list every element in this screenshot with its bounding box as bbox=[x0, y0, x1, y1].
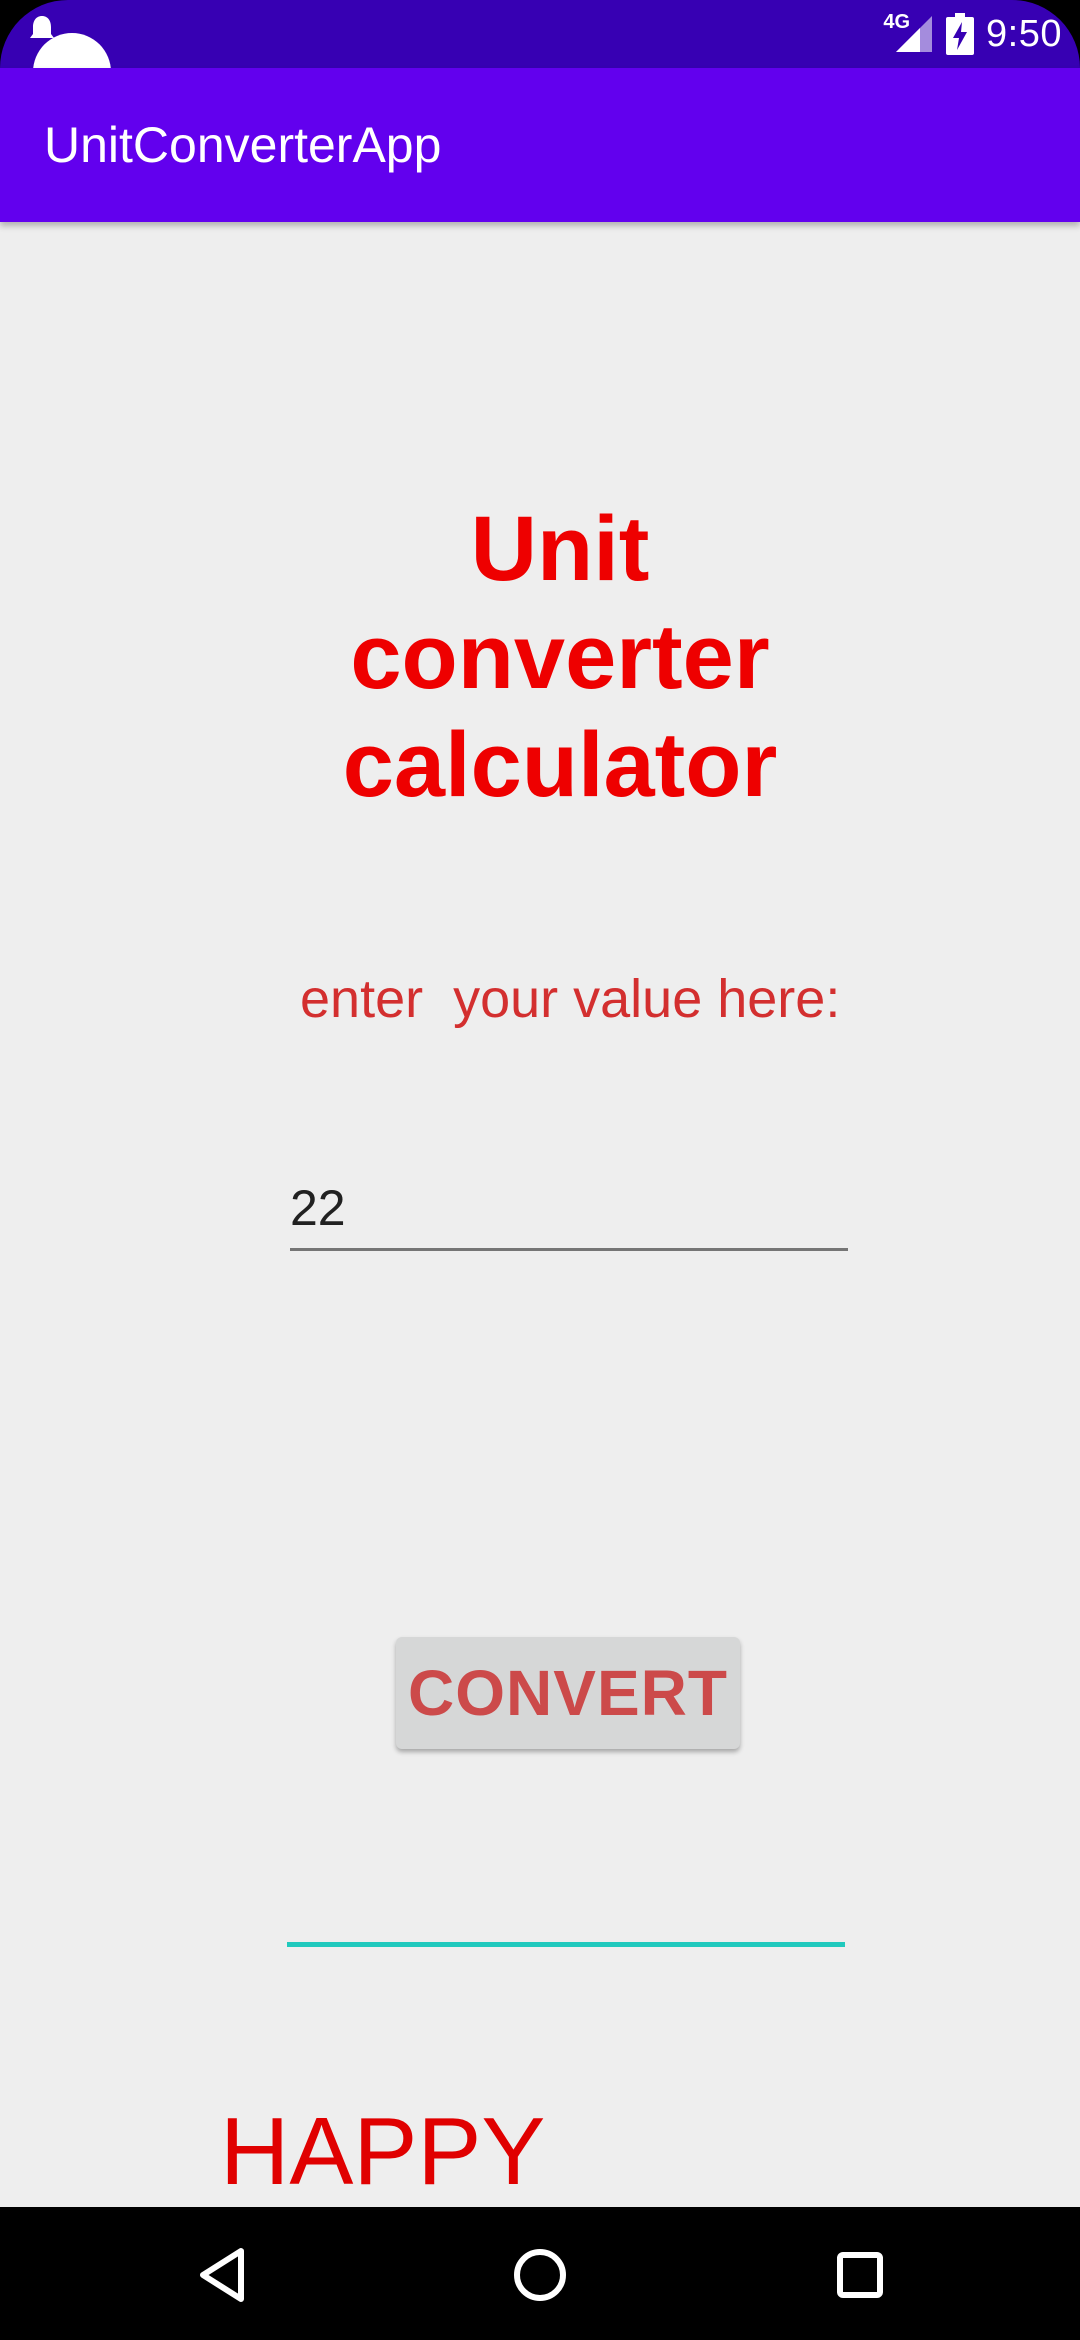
network-type-label: 4G bbox=[883, 10, 911, 33]
clock: 9:50 bbox=[986, 12, 1062, 55]
recents-icon bbox=[837, 2252, 883, 2298]
value-input[interactable] bbox=[290, 1168, 848, 1251]
back-button[interactable] bbox=[190, 2243, 254, 2307]
back-icon bbox=[200, 2248, 244, 2302]
status-bar: 4G 9:50 bbox=[0, 0, 1080, 68]
result-field[interactable] bbox=[287, 1862, 845, 1947]
status-icons: 4G 9:50 bbox=[883, 6, 1062, 62]
battery-charging-icon bbox=[946, 13, 975, 55]
app-bar: UnitConverterApp bbox=[0, 68, 1080, 222]
main-content: Unit converter calculator enter your val… bbox=[0, 222, 1080, 2317]
navigation-bar bbox=[0, 2207, 1080, 2340]
screen: 4G 9:50 UnitConverterApp Unit converter … bbox=[0, 0, 1080, 2340]
home-button[interactable] bbox=[508, 2243, 572, 2307]
home-icon bbox=[514, 2249, 566, 2301]
recents-button[interactable] bbox=[828, 2243, 892, 2307]
convert-button[interactable]: CONVERT bbox=[396, 1637, 740, 1749]
app-title: UnitConverterApp bbox=[44, 117, 442, 173]
page-heading: Unit converter calculator bbox=[342, 498, 778, 816]
input-prompt-label: enter your value here: bbox=[300, 969, 841, 1029]
